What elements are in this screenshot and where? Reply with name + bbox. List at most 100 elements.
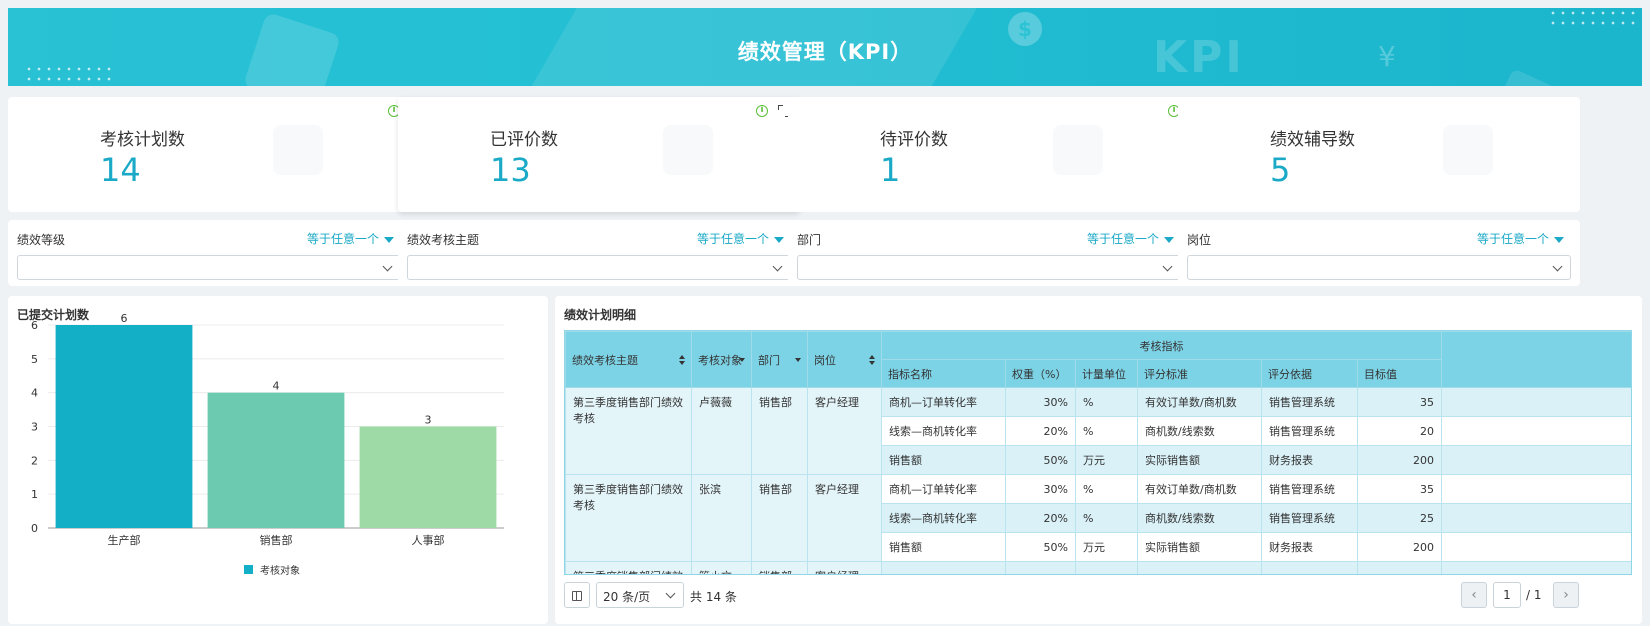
bar <box>55 325 193 528</box>
filter-select[interactable] <box>1187 255 1571 280</box>
stat-card: 绩效辅导数 5 <box>1178 97 1580 212</box>
cell-unit: 万元 <box>1075 445 1138 475</box>
cell-weight: 30% <box>1005 561 1076 574</box>
stat-label: 待评价数 <box>880 130 948 150</box>
col-theme[interactable]: 绩效考核主题 <box>565 331 692 388</box>
info-icon[interactable]: i <box>756 105 768 117</box>
cell-standard: 实际销售额 <box>1137 532 1262 562</box>
cell-basis: 销售管理系统 <box>1261 503 1358 533</box>
caret-down-icon[interactable] <box>739 357 745 362</box>
col-target[interactable]: 考核对象 <box>691 331 752 388</box>
cell-weight: 20% <box>1005 503 1076 533</box>
cell-weight: 30% <box>1005 474 1076 504</box>
columns-icon <box>572 590 582 601</box>
cell-basis: 销售管理系统 <box>1261 561 1358 574</box>
filter-operator-dropdown[interactable]: 等于任意一个 <box>307 230 394 247</box>
cell-extra <box>1441 474 1631 504</box>
cell-extra <box>1441 445 1631 475</box>
filter-label: 绩效等级 <box>17 233 66 247</box>
cell-goal: 20 <box>1357 416 1442 446</box>
cell-theme: 第三季度销售部门绩效考核 <box>565 474 692 562</box>
cell-unit: % <box>1075 387 1138 417</box>
cell-goal: 40 <box>1357 561 1442 574</box>
cell-extra <box>1441 532 1631 562</box>
y-tick-label: 2 <box>31 454 38 467</box>
page-input[interactable]: 1 <box>1493 582 1521 608</box>
filter-operator-dropdown[interactable]: 等于任意一个 <box>697 230 784 247</box>
prev-page-button[interactable]: ‹ <box>1461 582 1487 608</box>
card-watermark <box>1053 125 1103 175</box>
cell-goal: 25 <box>1357 503 1442 533</box>
filter-panel: 岗位 等于任意一个 <box>1178 220 1580 286</box>
stat-value: 14 <box>100 151 141 189</box>
filter-panel: 部门 等于任意一个 <box>788 220 1190 286</box>
banner-dots <box>1548 8 1638 30</box>
filter-label: 部门 <box>797 233 822 247</box>
stat-value: 13 <box>490 151 531 189</box>
card-actions: i <box>756 105 790 117</box>
cell-extra <box>1441 387 1631 417</box>
sort-icon[interactable] <box>679 354 685 365</box>
cell-standard: 商机数/线索数 <box>1137 416 1262 446</box>
table-row[interactable]: 第三季度销售部门绩效考核 卢薇薇 销售部 客户经理 商机—订单转化率 30%% 有效订单数/… <box>565 387 1631 475</box>
cell-basis: 财务报表 <box>1261 445 1358 475</box>
caret-down-icon <box>1164 236 1174 243</box>
cell-post: 客户经理 <box>807 561 882 574</box>
cell-post: 客户经理 <box>807 474 882 562</box>
cell-theme: 第三季度销售部门绩效考核 <box>565 561 692 574</box>
filter-operator-dropdown[interactable]: 等于任意一个 <box>1087 230 1174 247</box>
col-post[interactable]: 岗位 <box>807 331 882 388</box>
bar <box>359 426 497 528</box>
cell-unit: % <box>1075 503 1138 533</box>
cell-standard: 实际销售额 <box>1137 445 1262 475</box>
caret-down-icon <box>384 236 394 243</box>
table-row[interactable]: 第三季度销售部门绩效考核 张滨 销售部 客户经理 商机—订单转化率 30%% 有效订单数/商… <box>565 474 1631 562</box>
cell-unit: 万元 <box>1075 532 1138 562</box>
page-size-select[interactable]: 20 条/页 <box>596 582 684 608</box>
caret-down-icon[interactable] <box>795 357 801 362</box>
plan-detail-table-wrap[interactable]: 绩效考核主题 考核对象 部门 岗位 考核指标 指标名称 权重（%） 计量单位 评… <box>564 330 1632 575</box>
cell-ind-name: 线索—商机转化率 <box>881 416 1006 446</box>
cell-weight: 20% <box>1005 416 1076 446</box>
col-extra <box>1441 331 1631 388</box>
cell-weight: 50% <box>1005 445 1076 475</box>
stat-card: i 待评价数 1 <box>788 97 1190 212</box>
cell-target: 张滨 <box>691 474 752 562</box>
legend-label: 考核对象 <box>260 564 300 577</box>
stat-label: 考核计划数 <box>100 130 185 150</box>
stat-label: 绩效辅导数 <box>1270 130 1355 150</box>
cell-unit: % <box>1075 416 1138 446</box>
filter-select[interactable] <box>17 255 401 280</box>
filter-select[interactable] <box>797 255 1181 280</box>
data-label: 6 <box>121 312 128 325</box>
cell-basis: 销售管理系统 <box>1261 416 1358 446</box>
chevron-down-icon <box>1162 261 1173 272</box>
cell-target: 管小文 <box>691 561 752 574</box>
cell-ind-name: 商机—订单转化率 <box>881 387 1006 417</box>
x-tick-label: 人事部 <box>412 533 445 547</box>
cell-weight: 50% <box>1005 532 1076 562</box>
cell-dept: 销售部 <box>751 561 808 574</box>
cell-extra <box>1441 416 1631 446</box>
table-row[interactable]: 第三季度销售部门绩效考核管小文销售部客户经理商机—订单转化率30%%有效订单数/… <box>565 561 1631 574</box>
filter-select[interactable] <box>407 255 791 280</box>
sort-icon[interactable] <box>869 354 875 365</box>
chevron-down-icon <box>1552 261 1563 272</box>
cell-unit: % <box>1075 561 1138 574</box>
chevron-down-icon <box>382 261 393 272</box>
y-tick-label: 5 <box>31 353 38 366</box>
col-ind-name: 指标名称 <box>881 359 1006 388</box>
cell-standard: 有效订单数/商机数 <box>1137 387 1262 417</box>
banner-decoration <box>1488 68 1568 86</box>
next-page-button[interactable]: › <box>1553 582 1579 608</box>
y-tick-label: 6 <box>31 319 38 332</box>
card-watermark <box>1443 125 1493 175</box>
filter-label: 岗位 <box>1187 233 1212 247</box>
column-toggle-button[interactable] <box>564 582 590 608</box>
cell-standard: 有效订单数/商机数 <box>1137 474 1262 504</box>
filter-operator-dropdown[interactable]: 等于任意一个 <box>1477 230 1564 247</box>
legend-swatch <box>244 565 253 574</box>
col-dept[interactable]: 部门 <box>751 331 808 388</box>
filter-panel: 绩效考核主题 等于任意一个 <box>398 220 800 286</box>
cell-dept: 销售部 <box>751 387 808 475</box>
